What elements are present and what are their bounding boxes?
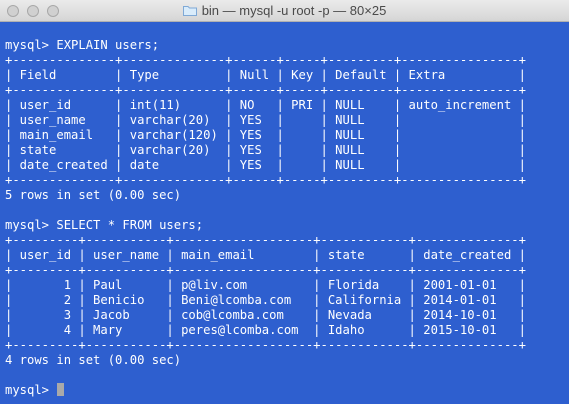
terminal-line: | user_id | user_name | main_email | sta…	[5, 248, 526, 262]
terminal-line: +--------------+--------------+------+--…	[5, 173, 526, 187]
window-title: bin — mysql -u root -p — 80×25	[201, 3, 387, 18]
folder-icon	[182, 6, 197, 16]
terminal-line: | main_email | varchar(120) | YES | | NU…	[5, 128, 526, 142]
terminal-window: bin — mysql -u root -p — 80×25 mysql> EX…	[0, 0, 569, 404]
terminal-output[interactable]: mysql> EXPLAIN users; +--------------+--…	[0, 22, 569, 404]
terminal-line: +---------+-----------+-----------------…	[5, 233, 526, 247]
terminal-line: mysql> EXPLAIN users;	[5, 38, 160, 52]
terminal-line: | 3 | Jacob | cob@lcomba.com | Nevada | …	[5, 308, 526, 322]
terminal-line: | user_name | varchar(20) | YES | | NULL…	[5, 113, 526, 127]
prompt-text: mysql>	[5, 383, 57, 397]
terminal-line: | 1 | Paul | p@liv.com | Florida | 2001-…	[5, 278, 526, 292]
terminal-line: +--------------+--------------+------+--…	[5, 83, 526, 97]
terminal-line: | Field | Type | Null | Key | Default | …	[5, 68, 526, 82]
terminal-line: | state | varchar(20) | YES | | NULL | |	[5, 143, 526, 157]
terminal-line: | user_id | int(11) | NO | PRI | NULL | …	[5, 98, 526, 112]
terminal-line: mysql> SELECT * FROM users;	[5, 218, 204, 232]
terminal-line: +---------+-----------+-----------------…	[5, 338, 526, 352]
terminal-line: | 2 | Benicio | Beni@lcomba.com | Califo…	[5, 293, 526, 307]
terminal-line: 5 rows in set (0.00 sec)	[5, 188, 182, 202]
terminal-line: | 4 | Mary | peres@lcomba.com | Idaho | …	[5, 323, 526, 337]
prompt-line[interactable]: mysql>	[5, 383, 569, 398]
title-bar[interactable]: bin — mysql -u root -p — 80×25	[0, 0, 569, 22]
text-cursor	[57, 383, 65, 396]
terminal-line: +---------+-----------+-----------------…	[5, 263, 526, 277]
terminal-line: 4 rows in set (0.00 sec)	[5, 353, 182, 367]
terminal-line: +--------------+--------------+------+--…	[5, 53, 526, 67]
terminal-line: | date_created | date | YES | | NULL | |	[5, 158, 526, 172]
window-title-container: bin — mysql -u root -p — 80×25	[0, 0, 569, 21]
